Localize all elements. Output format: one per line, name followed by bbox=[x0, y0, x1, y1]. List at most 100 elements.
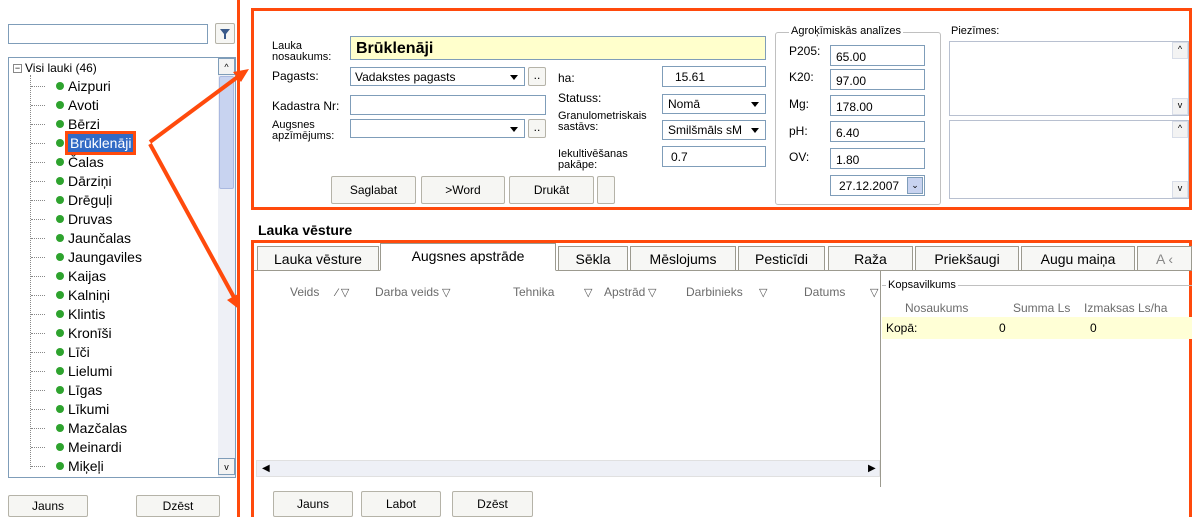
tree-expander-icon[interactable]: − bbox=[13, 64, 22, 73]
col-header-datums[interactable]: Datums bbox=[804, 285, 845, 299]
tab-5[interactable]: Raža bbox=[828, 246, 913, 271]
summary-col-izmaksas: Izmaksas Ls/ha bbox=[1084, 301, 1168, 315]
tab-1[interactable]: Augsnes apstrāde bbox=[380, 243, 556, 271]
field-status-icon bbox=[56, 462, 64, 470]
tab-6[interactable]: Priekšaugi bbox=[915, 246, 1019, 271]
tab-2[interactable]: Sēkla bbox=[558, 246, 628, 271]
tab-3[interactable]: Mēslojums bbox=[630, 246, 736, 271]
print-button[interactable]: Drukāt bbox=[509, 176, 594, 204]
analysis-date-picker[interactable]: 27.12.2007 ⌄ bbox=[830, 175, 925, 196]
summary-row[interactable]: Kopā: 0 0 bbox=[882, 317, 1192, 339]
annotation-arrows bbox=[148, 69, 249, 310]
notes-textarea-1[interactable]: ^ v bbox=[949, 41, 1189, 116]
tree-item-label: Līči bbox=[68, 344, 90, 360]
field-status-icon bbox=[56, 272, 64, 280]
cultivation-input[interactable]: 0.7 bbox=[662, 146, 766, 167]
tree-item-label: Druvas bbox=[68, 211, 113, 227]
history-edit-button[interactable]: Labot bbox=[361, 491, 441, 517]
status-select[interactable]: Nomā bbox=[662, 94, 766, 114]
col-filter-icon[interactable]: ▽ bbox=[648, 286, 656, 299]
tree-root-label[interactable]: Visi lauki (46) bbox=[25, 61, 97, 75]
tree-connector bbox=[31, 219, 45, 220]
tree-connector bbox=[31, 466, 45, 467]
word-export-button[interactable]: >Word bbox=[421, 176, 505, 204]
field-status-icon bbox=[56, 101, 64, 109]
col-filter-icon[interactable]: ▽ bbox=[584, 286, 592, 299]
col-filter-icon[interactable]: ▽ bbox=[442, 286, 450, 299]
field-status-icon bbox=[56, 196, 64, 204]
ph-input[interactable]: 6.40 bbox=[830, 121, 925, 142]
tree-item-label: Kronīši bbox=[68, 325, 112, 341]
k20-input[interactable]: 97.00 bbox=[830, 69, 925, 90]
summary-row-sum: 0 bbox=[999, 321, 1006, 335]
notes1-scroll-down[interactable]: v bbox=[1172, 98, 1188, 115]
tree-connector bbox=[31, 352, 45, 353]
cultivation-value: 0.7 bbox=[671, 150, 688, 164]
tree-connector bbox=[31, 143, 45, 144]
col-header-tehnika[interactable]: Tehnika bbox=[513, 285, 554, 299]
history-new-button[interactable]: Jauns bbox=[273, 491, 353, 517]
scroll-right-arrow-icon[interactable]: ▶ bbox=[868, 463, 876, 474]
tab-7[interactable]: Augu maiņa bbox=[1021, 246, 1135, 271]
tab-4[interactable]: Pesticīdi bbox=[738, 246, 825, 271]
field-name-input[interactable]: Brūklenāji bbox=[350, 36, 766, 60]
notes-textarea-2[interactable]: ^ v bbox=[949, 120, 1189, 199]
scroll-left-arrow-icon[interactable]: ◀ bbox=[262, 463, 270, 474]
col-header-apstrad[interactable]: Apstrād bbox=[604, 285, 645, 299]
ov-input[interactable]: 1.80 bbox=[830, 148, 925, 169]
summary-groupbox bbox=[882, 285, 1192, 485]
extra-button[interactable] bbox=[597, 176, 615, 204]
summary-row-cost: 0 bbox=[1090, 321, 1097, 335]
col-header-darbinieks[interactable]: Darbinieks bbox=[686, 285, 743, 299]
tree-item-label: Līgas bbox=[68, 382, 103, 398]
tree-connector bbox=[31, 409, 45, 410]
summary-col-nosaukums: Nosaukums bbox=[905, 301, 969, 315]
calendar-dropdown-icon[interactable]: ⌄ bbox=[907, 177, 923, 194]
tree-filter-button[interactable] bbox=[215, 23, 235, 44]
ha-input[interactable]: 15.61 bbox=[662, 66, 766, 87]
tree-connector bbox=[31, 200, 45, 201]
tree-connector bbox=[31, 447, 45, 448]
col-filter-icon[interactable]: ▽ bbox=[759, 286, 767, 299]
granulo-value: Smilšmāls sM bbox=[668, 123, 742, 137]
tree-connector bbox=[31, 390, 45, 391]
field-status-icon bbox=[56, 82, 64, 90]
mg-label: Mg: bbox=[789, 97, 810, 111]
tree-item-label: Klintis bbox=[68, 306, 106, 322]
history-delete-button[interactable]: Dzēst bbox=[452, 491, 533, 517]
ph-label: pH: bbox=[789, 124, 808, 138]
tree-item-label: Brūklenāji bbox=[64, 131, 137, 155]
p205-input[interactable]: 65.00 bbox=[830, 45, 925, 66]
chevron-down-icon bbox=[751, 128, 759, 133]
grid-horizontal-scrollbar[interactable] bbox=[256, 460, 880, 477]
tree-delete-button[interactable]: Dzēst bbox=[136, 495, 220, 517]
granulo-select[interactable]: Smilšmāls sM bbox=[662, 120, 766, 140]
tree-connector bbox=[31, 238, 45, 239]
tree-search-input[interactable] bbox=[8, 24, 208, 44]
chevron-left-icon[interactable]: A ‹ bbox=[1156, 251, 1173, 267]
parish-ellipsis-button[interactable]: .. bbox=[528, 67, 546, 86]
tree-item-label: Mazčalas bbox=[68, 420, 128, 436]
notes1-scroll-up[interactable]: ^ bbox=[1172, 42, 1188, 59]
ph-value: 6.40 bbox=[836, 126, 860, 140]
col-filter-icon[interactable]: ▽ bbox=[870, 286, 878, 299]
tab-overflow-arrows[interactable]: A ‹ bbox=[1137, 246, 1192, 271]
field-status-icon bbox=[56, 443, 64, 451]
notes2-scroll-up[interactable]: ^ bbox=[1172, 121, 1188, 138]
notes2-scroll-down[interactable]: v bbox=[1172, 181, 1188, 198]
tree-new-button[interactable]: Jauns bbox=[8, 495, 88, 517]
tree-item-label: Dārziņi bbox=[68, 173, 112, 189]
soil-ellipsis-button[interactable]: .. bbox=[528, 119, 546, 138]
tree-item-label: Lielumi bbox=[68, 363, 113, 379]
field-status-icon bbox=[56, 310, 64, 318]
tree-item-label: Miķeļi bbox=[68, 458, 104, 474]
field-status-icon bbox=[56, 120, 64, 128]
tree-item-label: Čalas bbox=[68, 154, 104, 170]
tree-item-label: Kalniņi bbox=[68, 287, 111, 303]
p205-value: 65.00 bbox=[836, 50, 867, 64]
tree-scroll-down-button[interactable]: v bbox=[218, 458, 235, 475]
mg-input[interactable]: 178.00 bbox=[830, 95, 925, 116]
ha-label: ha: bbox=[558, 71, 575, 85]
tree-connector bbox=[31, 371, 45, 372]
field-status-icon bbox=[56, 253, 64, 261]
